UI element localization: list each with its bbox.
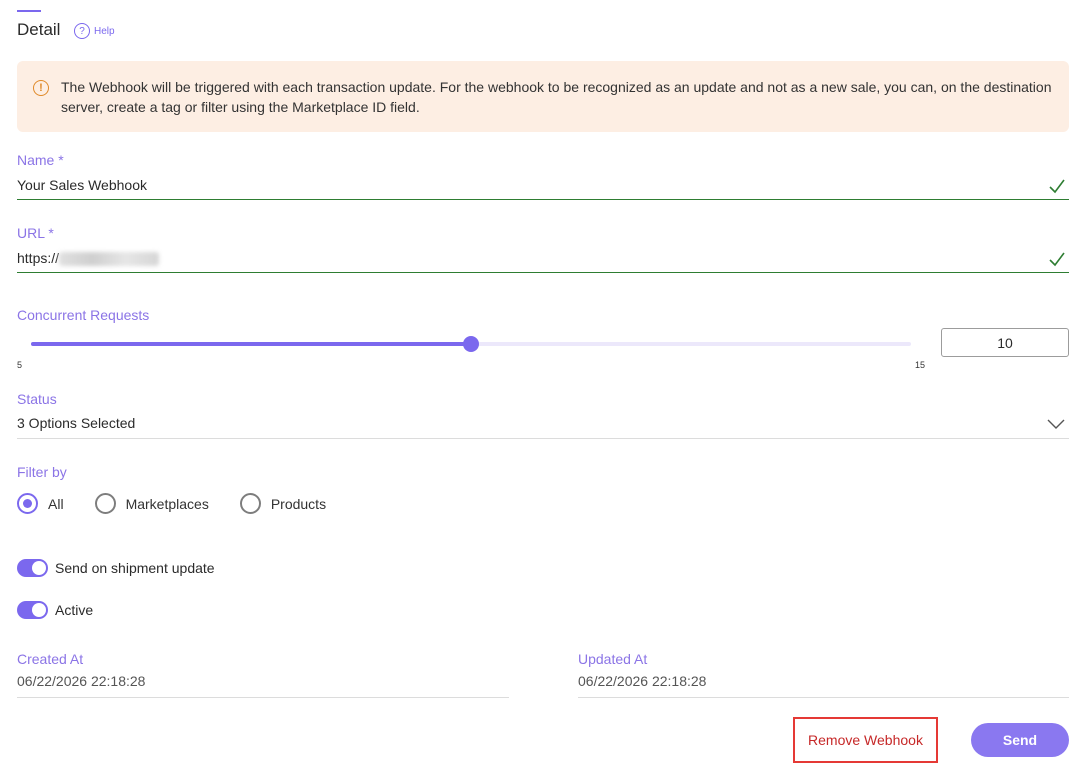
radio-all-circle[interactable] (17, 493, 38, 514)
send-button[interactable]: Send (971, 723, 1069, 757)
concurrent-label: Concurrent Requests (17, 307, 150, 323)
remove-webhook-button[interactable]: Remove Webhook (793, 717, 938, 763)
warning-icon: ! (33, 80, 49, 96)
status-underline (17, 438, 1069, 439)
created-at-value: 06/22/2026 22:18:28 (17, 673, 146, 689)
url-underline (17, 272, 1069, 273)
url-redacted (59, 252, 160, 267)
radio-products-circle[interactable] (239, 493, 261, 514)
concurrent-slider[interactable] (31, 336, 911, 352)
slider-min-label: 5 (17, 360, 23, 370)
filter-radio-group: All Marketplaces Products (17, 493, 357, 514)
tab-active-indicator (17, 10, 41, 12)
slider-fill (31, 342, 471, 346)
status-label: Status (17, 391, 57, 407)
name-label: Name * (17, 152, 64, 168)
shipment-toggle[interactable] (17, 559, 48, 577)
concurrent-input[interactable]: 10 (941, 328, 1069, 357)
help-label: Help (94, 25, 115, 37)
active-toggle-label: Active (55, 602, 94, 618)
name-valid-check-icon (1049, 179, 1065, 194)
updated-at-underline (578, 697, 1069, 698)
url-prefix: https:// (17, 250, 60, 266)
radio-products[interactable]: Products (239, 493, 327, 514)
active-toggle[interactable] (17, 601, 48, 619)
radio-all-label: All (48, 495, 64, 512)
help-link[interactable]: ? Help (74, 23, 115, 39)
created-at-underline (17, 697, 509, 698)
url-input[interactable]: https:// (17, 250, 160, 267)
info-alert: ! The Webhook will be triggered with eac… (17, 61, 1069, 132)
radio-marketplaces-circle[interactable] (94, 493, 116, 514)
radio-marketplaces[interactable]: Marketplaces (94, 493, 209, 514)
radio-products-label: Products (270, 495, 327, 512)
alert-text: The Webhook will be triggered with each … (61, 79, 1052, 115)
chevron-down-icon[interactable] (1046, 417, 1066, 431)
radio-marketplaces-label: Marketplaces (125, 495, 209, 512)
created-at-label: Created At (17, 651, 84, 667)
webhook-detail-page: Detail ? Help ! The Webhook will be trig… (0, 0, 1081, 767)
status-select[interactable]: 3 Options Selected (17, 415, 135, 431)
name-underline (17, 199, 1069, 200)
slider-max-label: 15 (915, 360, 926, 370)
page-title: Detail (17, 20, 61, 39)
slider-thumb[interactable] (463, 336, 479, 352)
active-toggle-row: Active (17, 601, 93, 619)
url-valid-check-icon (1049, 252, 1065, 267)
filter-label: Filter by (17, 464, 67, 480)
updated-at-value: 06/22/2026 22:18:28 (578, 673, 707, 689)
updated-at-label: Updated At (578, 651, 648, 667)
radio-all[interactable]: All (17, 493, 64, 514)
shipment-toggle-row: Send on shipment update (17, 559, 215, 577)
shipment-toggle-label: Send on shipment update (55, 560, 215, 576)
url-label: URL * (17, 225, 54, 241)
name-input[interactable]: Your Sales Webhook (17, 177, 147, 193)
help-icon: ? (74, 23, 90, 39)
